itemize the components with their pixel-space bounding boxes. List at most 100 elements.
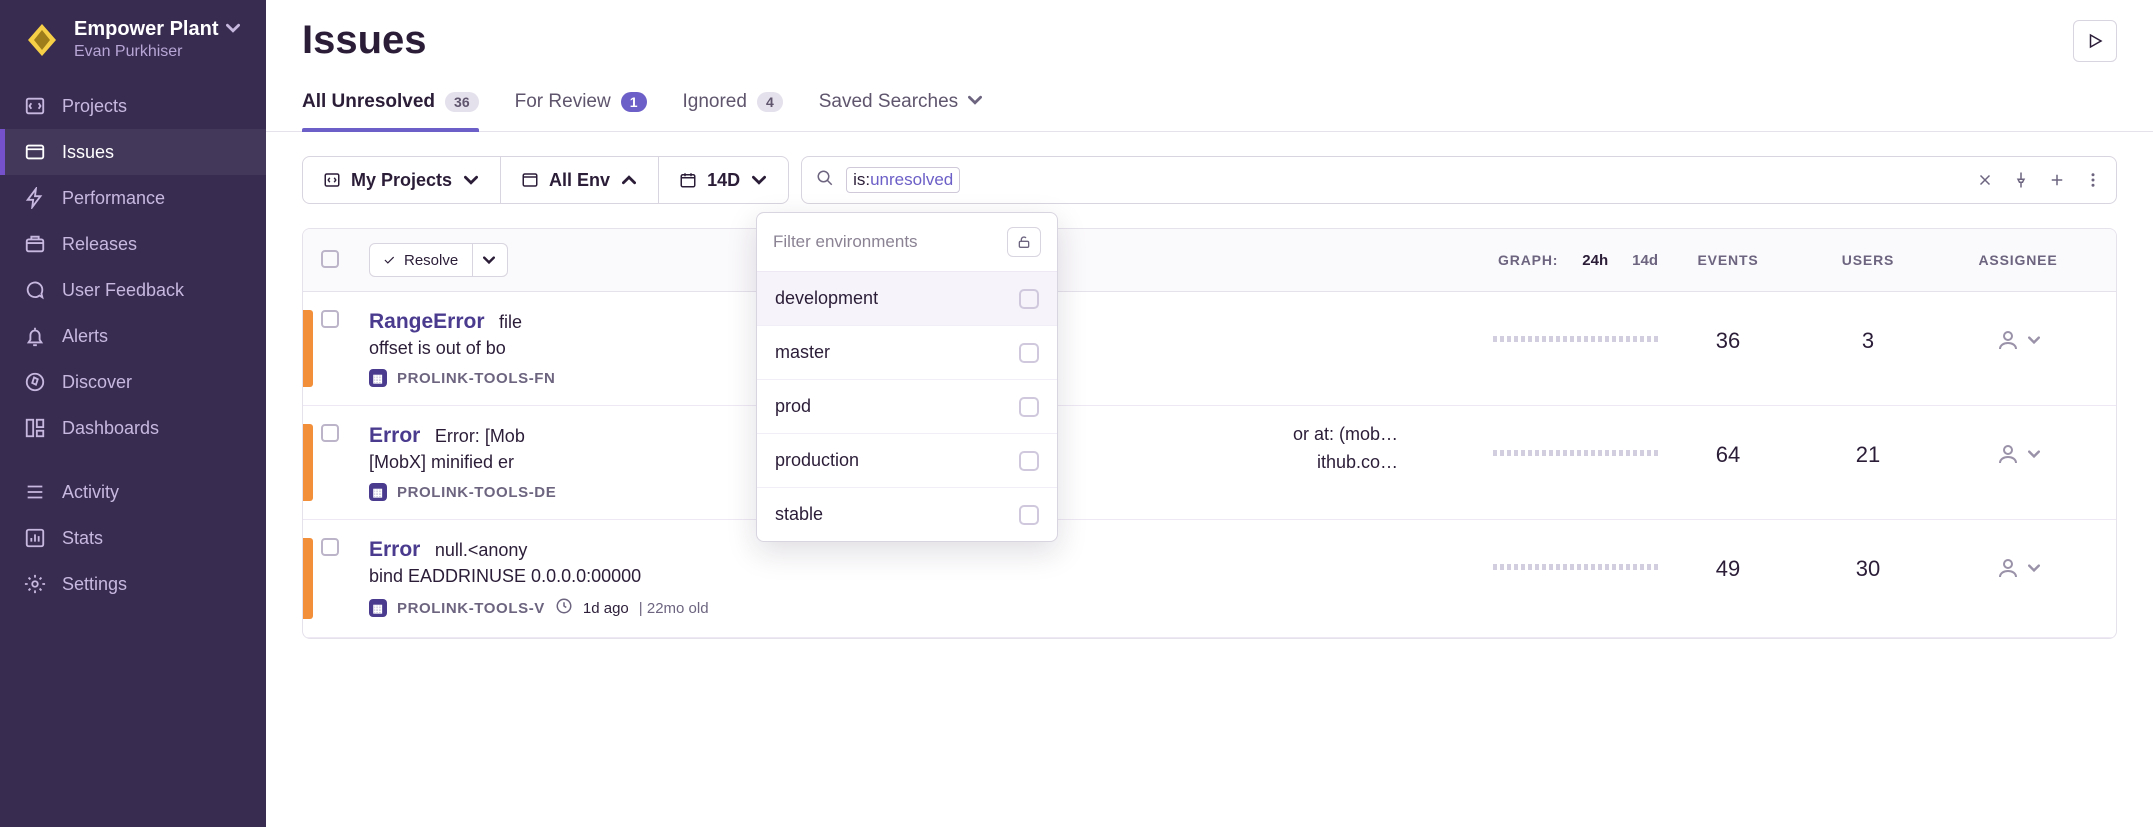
search-icon (816, 169, 834, 192)
releases-icon (24, 233, 46, 255)
sidebar-item-discover[interactable]: Discover (0, 359, 266, 405)
sidebar-item-settings[interactable]: Settings (0, 561, 266, 607)
table-row[interactable]: Error Error: [Mob or at: (mob… [MobX] mi… (303, 406, 2116, 520)
issues-icon (24, 141, 46, 163)
assignee-picker[interactable] (1938, 310, 2098, 352)
org-user: Evan Purkhiser (74, 43, 240, 61)
tab-count: 1 (621, 92, 647, 112)
row-checkbox[interactable] (321, 424, 339, 442)
performance-icon (24, 187, 46, 209)
sparkline (1398, 424, 1658, 456)
project-filter[interactable]: My Projects (303, 157, 500, 203)
sidebar-item-issues[interactable]: Issues (0, 129, 266, 175)
issue-subtitle: Error: [Mob (435, 426, 525, 446)
env-option-prod[interactable]: prod (757, 380, 1057, 434)
sidebar-item-performance[interactable]: Performance (0, 175, 266, 221)
alerts-icon (24, 325, 46, 347)
chevron-up-icon (620, 171, 638, 189)
col-events: EVENTS (1658, 252, 1798, 268)
tab-ignored[interactable]: Ignored4 (683, 91, 783, 131)
graph-24h-toggle[interactable]: 24h (1582, 252, 1608, 269)
calendar-icon (679, 171, 697, 189)
lock-icon[interactable] (1007, 227, 1041, 257)
tab-count: 36 (445, 92, 479, 112)
chevron-down-icon[interactable] (472, 244, 495, 276)
env-filter-placeholder[interactable]: Filter environments (773, 232, 918, 252)
org-logo-icon (24, 22, 60, 58)
env-option-production[interactable]: production (757, 434, 1057, 488)
search-bar[interactable]: is:unresolved (801, 156, 2117, 204)
pin-icon[interactable] (2012, 171, 2030, 189)
sidebar-item-stats[interactable]: Stats (0, 515, 266, 561)
sidebar: Empower Plant Evan Purkhiser Projects Is… (0, 0, 266, 827)
issue-tabs: All Unresolved36 For Review1 Ignored4 Sa… (266, 91, 2153, 132)
more-icon[interactable] (2084, 171, 2102, 189)
table-row[interactable]: Error null.<anony bind EADDRINUSE 0.0.0.… (303, 520, 2116, 638)
col-users: USERS (1798, 252, 1938, 268)
severity-indicator (303, 424, 313, 501)
sidebar-item-activity[interactable]: Activity (0, 469, 266, 515)
env-option-development[interactable]: development (757, 272, 1057, 326)
select-all-checkbox[interactable] (321, 250, 339, 268)
graph-14d-toggle[interactable]: 14d (1632, 252, 1658, 269)
org-switcher[interactable]: Empower Plant Evan Purkhiser (0, 18, 266, 83)
env-filter[interactable]: All Env (500, 157, 658, 203)
env-dropdown: Filter environments development master p… (756, 212, 1058, 542)
row-checkbox[interactable] (321, 538, 339, 556)
chevron-down-icon (462, 171, 480, 189)
sidebar-item-projects[interactable]: Projects (0, 83, 266, 129)
play-button[interactable] (2073, 20, 2117, 62)
chevron-down-icon (750, 171, 768, 189)
feedback-icon (24, 279, 46, 301)
severity-indicator (303, 538, 313, 619)
env-option-stable[interactable]: stable (757, 488, 1057, 541)
window-icon (521, 171, 539, 189)
col-assignee: ASSIGNEE (1938, 252, 2098, 268)
date-filter[interactable]: 14D (658, 157, 788, 203)
project-icon (323, 171, 341, 189)
issue-title[interactable]: RangeError (369, 310, 485, 333)
checkbox[interactable] (1019, 397, 1039, 417)
env-option-master[interactable]: master (757, 326, 1057, 380)
org-name: Empower Plant (74, 18, 218, 41)
sparkline (1398, 538, 1658, 570)
sidebar-item-feedback[interactable]: User Feedback (0, 267, 266, 313)
main-content: Issues All Unresolved36 For Review1 Igno… (266, 0, 2153, 827)
clear-icon[interactable] (1976, 171, 1994, 189)
assignee-picker[interactable] (1938, 538, 2098, 580)
issue-title[interactable]: Error (369, 538, 420, 561)
dashboards-icon (24, 417, 46, 439)
filter-group: My Projects All Env 14D (302, 156, 789, 204)
discover-icon (24, 371, 46, 393)
sidebar-item-dashboards[interactable]: Dashboards (0, 405, 266, 451)
graph-label: GRAPH: (1498, 252, 1558, 268)
tab-all-unresolved[interactable]: All Unresolved36 (302, 91, 479, 131)
search-chip[interactable]: is:unresolved (846, 167, 960, 193)
sidebar-item-alerts[interactable]: Alerts (0, 313, 266, 359)
events-count: 64 (1658, 424, 1798, 468)
checkbox[interactable] (1019, 289, 1039, 309)
project-badge-icon: ▦ (369, 369, 387, 387)
issue-subtitle: file (499, 312, 522, 332)
checkbox[interactable] (1019, 343, 1039, 363)
plus-icon[interactable] (2048, 171, 2066, 189)
projects-icon (24, 95, 46, 117)
row-checkbox[interactable] (321, 310, 339, 328)
events-count: 49 (1658, 538, 1798, 582)
issues-table: Resolve GRAPH: 24h 14d EVENTS USERS ASSI… (302, 228, 2117, 639)
project-badge-icon: ▦ (369, 599, 387, 617)
tab-for-review[interactable]: For Review1 (515, 91, 647, 131)
sparkline (1398, 310, 1658, 342)
events-count: 36 (1658, 310, 1798, 354)
activity-icon (24, 481, 46, 503)
settings-icon (24, 573, 46, 595)
checkbox[interactable] (1019, 505, 1039, 525)
resolve-button[interactable]: Resolve (369, 243, 508, 277)
issue-title[interactable]: Error (369, 424, 420, 447)
table-row[interactable]: RangeError file offset is out of bo ▦PRO… (303, 292, 2116, 406)
assignee-picker[interactable] (1938, 424, 2098, 466)
checkbox[interactable] (1019, 451, 1039, 471)
sidebar-item-releases[interactable]: Releases (0, 221, 266, 267)
tab-saved-searches[interactable]: Saved Searches (819, 91, 982, 131)
project-badge-icon: ▦ (369, 483, 387, 501)
